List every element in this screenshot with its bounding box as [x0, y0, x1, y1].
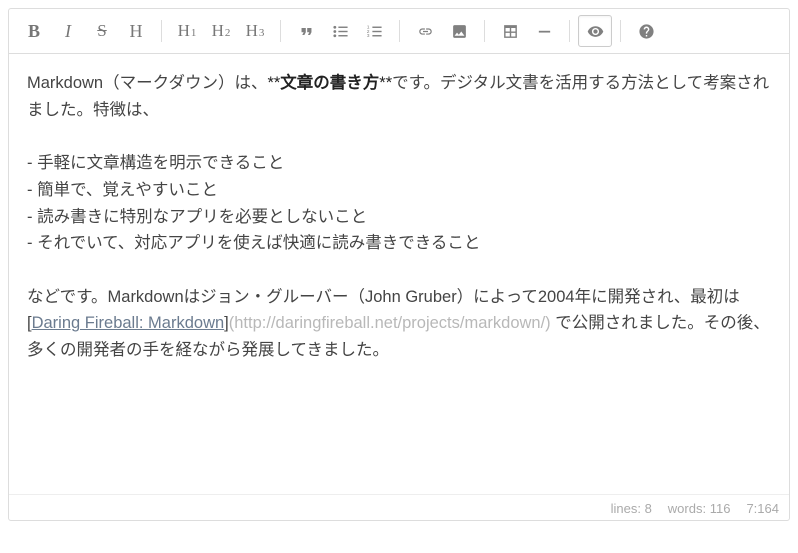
horizontal-rule-button[interactable]: [527, 15, 561, 47]
list-item: - 簡単で、覚えやすいこと: [27, 177, 771, 204]
help-button[interactable]: [629, 15, 663, 47]
ordered-list-button[interactable]: 123: [357, 15, 391, 47]
link-icon: [418, 24, 433, 39]
list-ul-icon: [332, 23, 349, 40]
toolbar-separator: [569, 20, 570, 42]
list-ol-icon: 123: [366, 23, 383, 40]
toolbar-separator: [620, 20, 621, 42]
quote-button[interactable]: [289, 15, 323, 47]
status-bar: lines: 8 words: 116 7:164: [9, 494, 789, 520]
image-button[interactable]: [442, 15, 476, 47]
italic-button[interactable]: I: [51, 15, 85, 47]
paragraph: などです。Markdownはジョン・グルーバー（John Gruber）によって…: [27, 284, 771, 364]
preview-button[interactable]: [578, 15, 612, 47]
bold-button[interactable]: B: [17, 15, 51, 47]
toolbar-separator: [280, 20, 281, 42]
strikethrough-button[interactable]: S: [85, 15, 119, 47]
unordered-list-button[interactable]: [323, 15, 357, 47]
link-button[interactable]: [408, 15, 442, 47]
cursor-position: 7:164: [746, 501, 779, 516]
list-item: - 手軽に文章構造を明示できること: [27, 150, 771, 177]
eye-icon: [587, 23, 604, 40]
minus-icon: [536, 23, 553, 40]
editor-textarea[interactable]: Markdown（マークダウン）は、**文章の書き方**です。デジタル文書を活用…: [9, 54, 789, 494]
toolbar-separator: [484, 20, 485, 42]
image-icon: [451, 23, 468, 40]
toolbar-separator: [161, 20, 162, 42]
words-count: words: 116: [668, 501, 731, 516]
lines-count: lines: 8: [611, 501, 652, 516]
list-item: - それでいて、対応アプリを使えば快適に読み書きできること: [27, 230, 771, 257]
toolbar: B I S H H1 H2 H3 123: [9, 9, 789, 54]
help-icon: [638, 23, 655, 40]
list-item: - 読み書きに特別なアプリを必要としないこと: [27, 204, 771, 231]
table-button[interactable]: [493, 15, 527, 47]
svg-text:3: 3: [366, 33, 369, 39]
paragraph: Markdown（マークダウン）は、**文章の書き方**です。デジタル文書を活用…: [27, 70, 771, 123]
h1-button[interactable]: H1: [170, 15, 204, 47]
quote-icon: [298, 23, 315, 40]
markdown-editor: B I S H H1 H2 H3 123: [8, 8, 790, 521]
h2-button[interactable]: H2: [204, 15, 238, 47]
h3-button[interactable]: H3: [238, 15, 272, 47]
table-icon: [502, 23, 519, 40]
heading-button[interactable]: H: [119, 15, 153, 47]
toolbar-separator: [399, 20, 400, 42]
